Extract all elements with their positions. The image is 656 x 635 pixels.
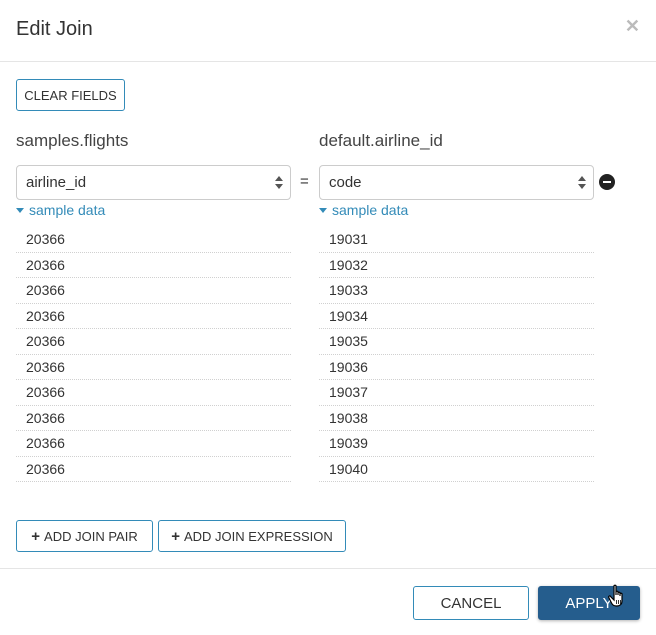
add-join-pair-label: ADD JOIN PAIR <box>44 528 138 544</box>
left-column-value: airline_id <box>26 174 87 191</box>
join-operator: = <box>300 173 309 190</box>
list-item: 19032 <box>319 253 594 278</box>
close-icon[interactable]: ✕ <box>625 16 640 37</box>
right-sample-data-toggle[interactable]: sample data <box>319 202 408 218</box>
plus-icon: + <box>31 527 41 545</box>
list-item: 20366 <box>16 304 291 329</box>
caret-down-icon <box>319 207 327 213</box>
add-join-pair-button[interactable]: + ADD JOIN PAIR <box>16 520 153 552</box>
left-column-select[interactable]: airline_id <box>16 165 291 200</box>
select-arrows-icon <box>578 174 586 192</box>
list-item: 19037 <box>319 380 594 406</box>
edit-join-dialog: Edit Join ✕ CLEAR FIELDS samples.flights… <box>0 0 656 635</box>
select-arrows-icon <box>275 174 283 192</box>
list-item: 19034 <box>319 304 594 329</box>
list-item: 20366 <box>16 253 291 278</box>
list-item: 19035 <box>319 329 594 355</box>
list-item: 20366 <box>16 457 291 482</box>
add-join-expression-button[interactable]: + ADD JOIN EXPRESSION <box>158 520 346 552</box>
list-item: 20366 <box>16 329 291 355</box>
left-sample-data-label: sample data <box>29 202 106 218</box>
list-item: 20366 <box>16 406 291 431</box>
dialog-title: Edit Join <box>16 18 93 40</box>
list-item: 20366 <box>16 431 291 457</box>
left-sample-list: 20366 20366 20366 20366 20366 20366 2036… <box>16 227 291 482</box>
remove-join-pair-icon[interactable] <box>599 174 615 190</box>
hand-pointer-cursor-icon <box>608 584 623 607</box>
plus-icon: + <box>171 527 180 545</box>
footer-divider <box>0 568 656 569</box>
right-table-name: default.airline_id <box>319 131 443 150</box>
list-item: 20366 <box>16 380 291 406</box>
apply-label: APPLY <box>565 594 613 612</box>
list-item: 19033 <box>319 278 594 304</box>
right-column-value: code <box>329 174 362 191</box>
list-item: 20366 <box>16 355 291 380</box>
list-item: 20366 <box>16 278 291 304</box>
right-sample-list: 19031 19032 19033 19034 19035 19036 1903… <box>319 227 594 482</box>
list-item: 19038 <box>319 406 594 431</box>
add-join-expression-label: ADD JOIN EXPRESSION <box>183 528 333 544</box>
cancel-button[interactable]: CANCEL <box>413 586 529 620</box>
list-item: 19036 <box>319 355 594 380</box>
left-sample-data-toggle[interactable]: sample data <box>16 202 105 218</box>
right-sample-data-label: sample data <box>332 202 409 218</box>
clear-fields-label: CLEAR FIELDS <box>24 87 117 103</box>
clear-fields-button[interactable]: CLEAR FIELDS <box>16 79 125 111</box>
list-item: 19040 <box>319 457 594 482</box>
left-table-name: samples.flights <box>16 131 129 150</box>
caret-down-icon <box>16 207 24 213</box>
cancel-label: CANCEL <box>440 594 502 612</box>
dialog-header: Edit Join ✕ <box>0 0 656 62</box>
right-column-select[interactable]: code <box>319 165 594 200</box>
list-item: 20366 <box>16 227 291 253</box>
list-item: 19031 <box>319 227 594 253</box>
list-item: 19039 <box>319 431 594 457</box>
